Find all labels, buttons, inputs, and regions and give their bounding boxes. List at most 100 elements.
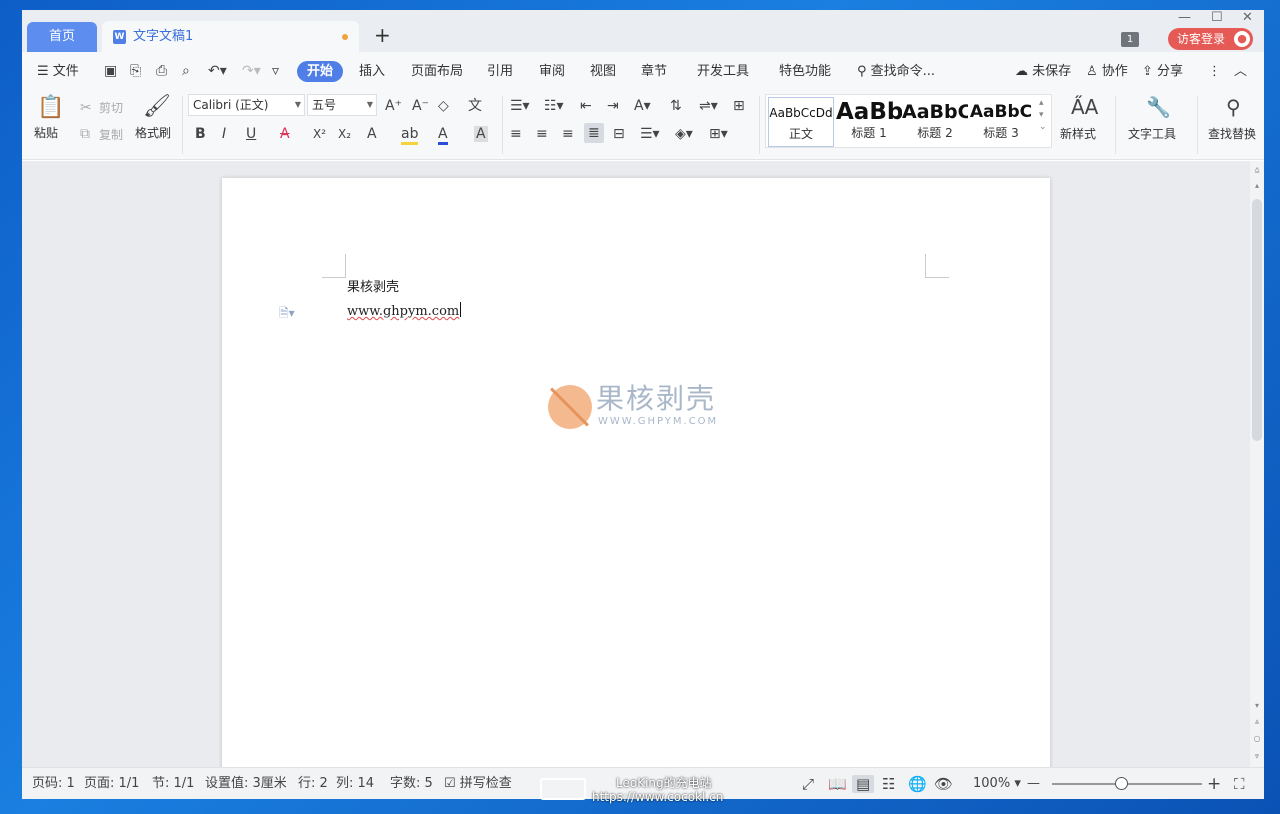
web-view-icon[interactable]: 🌐: [908, 775, 927, 793]
collab-button[interactable]: ♙ 协作: [1086, 63, 1128, 80]
scroll-top-icon[interactable]: ⩠: [1252, 165, 1262, 175]
copy-button[interactable]: 复制: [99, 128, 123, 142]
vertical-scrollbar[interactable]: ⩠ ▴ ▾ ⩓ ○ ⩔: [1250, 161, 1264, 767]
italic-button[interactable]: I: [222, 126, 226, 142]
phonetic-icon[interactable]: 文: [468, 98, 482, 114]
justify-icon[interactable]: ≣: [584, 123, 604, 143]
text-direction-icon[interactable]: A▾: [634, 98, 651, 114]
decrease-indent-icon[interactable]: ⇤: [580, 98, 592, 114]
borders-icon[interactable]: ⊞▾: [709, 126, 728, 142]
scroll-down-icon[interactable]: ▾: [1252, 701, 1262, 711]
file-menu[interactable]: ☰ 文件: [37, 63, 79, 80]
style-scroll-icon[interactable]: ▴ ▾ ⌄: [1039, 97, 1047, 133]
new-style-button[interactable]: 新样式: [1060, 127, 1096, 141]
format-painter-button[interactable]: 格式刷: [135, 126, 171, 140]
spell-check[interactable]: ☑ 拼写检查: [444, 776, 512, 792]
new-tab-button[interactable]: +: [374, 22, 391, 48]
paste-icon[interactable]: 📋: [37, 96, 64, 120]
print-icon[interactable]: ⎙: [156, 62, 167, 80]
sort-icon[interactable]: ⇅: [670, 98, 682, 114]
reading-mode-icon[interactable]: 📖: [828, 775, 847, 793]
align-right-icon[interactable]: ≡: [562, 126, 574, 142]
collapse-ribbon-icon[interactable]: ︿: [1234, 63, 1247, 80]
tab-insert[interactable]: 插入: [359, 63, 385, 80]
fullscreen-icon[interactable]: ⤢: [802, 775, 814, 793]
style-heading-3[interactable]: AaBbC 标题 3: [968, 97, 1034, 147]
scrollbar-thumb[interactable]: [1252, 199, 1262, 441]
tab-references[interactable]: 引用: [487, 63, 513, 80]
unsaved-status[interactable]: ☁ 未保存: [1015, 63, 1071, 80]
paragraph-handle-icon[interactable]: 🗎▾: [279, 304, 295, 325]
superscript-button[interactable]: X²: [313, 126, 326, 142]
maximize-button[interactable]: ☐: [1211, 11, 1223, 25]
bold-button[interactable]: B: [195, 126, 206, 142]
numbered-list-icon[interactable]: ☷▾: [544, 98, 564, 114]
word-count[interactable]: 字数: 5: [390, 776, 433, 792]
page-number[interactable]: 页码: 1: [32, 776, 75, 792]
setting-value[interactable]: 设置值: 3厘米: [205, 776, 287, 792]
increase-indent-icon[interactable]: ⇥: [607, 98, 619, 114]
style-normal[interactable]: AaBbCcDd 正文: [768, 97, 834, 147]
zoom-slider-knob[interactable]: [1115, 777, 1128, 790]
underline-button[interactable]: U: [246, 126, 256, 142]
page-count[interactable]: 页面: 1/1: [84, 776, 139, 792]
find-replace-button[interactable]: 查找替换: [1208, 127, 1256, 141]
distribute-icon[interactable]: ⊟: [613, 126, 625, 142]
export-icon[interactable]: ⎘: [130, 62, 141, 80]
tab-document[interactable]: W 文字文稿1: [102, 21, 359, 52]
bullet-list-icon[interactable]: ☰▾: [510, 98, 530, 114]
customize-icon[interactable]: ▿: [272, 62, 279, 80]
save-icon[interactable]: ▣: [104, 62, 117, 80]
style-heading-2[interactable]: AaBbC 标题 2: [902, 97, 968, 147]
command-search[interactable]: ⚲ 查找命令...: [857, 63, 935, 80]
font-size-select[interactable]: 五号 ▼: [307, 94, 377, 116]
page-view-icon[interactable]: ▤: [852, 775, 875, 793]
style-heading-1[interactable]: AaBb 标题 1: [836, 97, 902, 147]
tab-special[interactable]: 特色功能: [779, 63, 831, 80]
text-tools-button[interactable]: 文字工具: [1128, 127, 1176, 141]
format-painter-icon[interactable]: 🖌: [143, 95, 171, 119]
document-line-2[interactable]: www.ghpym.com: [347, 302, 462, 321]
font-name-select[interactable]: Calibri (正文) ▼: [188, 94, 305, 116]
show-marks-icon[interactable]: ⇌▾: [699, 98, 718, 114]
align-left-icon[interactable]: ≡: [510, 126, 522, 142]
tab-view[interactable]: 视图: [590, 63, 616, 80]
table-icon[interactable]: ⊞: [733, 98, 745, 114]
grow-font-icon[interactable]: A⁺: [385, 98, 402, 114]
shrink-font-icon[interactable]: A⁻: [412, 98, 429, 114]
eye-protection-icon[interactable]: 👁: [934, 775, 953, 793]
cut-button[interactable]: 剪切: [99, 101, 123, 115]
tab-start[interactable]: 开始: [297, 61, 344, 82]
more-icon[interactable]: ⋮: [1208, 63, 1221, 80]
line-spacing-icon[interactable]: ☰▾: [640, 126, 660, 142]
char-shading-button[interactable]: A: [474, 126, 488, 142]
document-page[interactable]: 果核剥壳 🗎▾ www.ghpym.com 果核剥壳 WWW.GHPYM.COM: [222, 178, 1050, 767]
tab-developer[interactable]: 开发工具: [697, 63, 749, 80]
zoom-in-button[interactable]: +: [1207, 776, 1221, 793]
share-button[interactable]: ⇪ 分享: [1142, 63, 1183, 80]
align-center-icon[interactable]: ≡: [536, 126, 548, 142]
document-line-1[interactable]: 果核剥壳: [347, 279, 399, 297]
subscript-button[interactable]: X₂: [338, 126, 351, 142]
wrench-icon[interactable]: 🔧: [1146, 95, 1171, 119]
shading-icon[interactable]: ◈▾: [675, 126, 693, 142]
clear-format-icon[interactable]: ◇: [438, 98, 449, 114]
paste-button[interactable]: 粘贴: [34, 126, 58, 140]
select-object-icon[interactable]: ○: [1252, 734, 1262, 744]
undo-icon[interactable]: ↶▾: [208, 62, 227, 80]
fit-page-icon[interactable]: ⛶: [1234, 775, 1245, 793]
tab-home[interactable]: 首页: [27, 22, 97, 52]
next-page-icon[interactable]: ⩔: [1252, 751, 1262, 761]
column-info[interactable]: 列: 14: [336, 776, 374, 792]
prev-page-icon[interactable]: ⩓: [1252, 717, 1262, 727]
scroll-up-icon[interactable]: ▴: [1252, 181, 1262, 191]
font-color-button[interactable]: A: [438, 126, 448, 145]
tab-chapter[interactable]: 章节: [641, 63, 667, 80]
tab-review[interactable]: 审阅: [539, 63, 565, 80]
redo-icon[interactable]: ↷▾: [242, 62, 261, 80]
text-effects-button[interactable]: A: [367, 126, 377, 142]
highlight-button[interactable]: ab: [401, 126, 419, 145]
find-icon[interactable]: ⚲: [1226, 95, 1241, 119]
window-count-badge[interactable]: 1: [1121, 32, 1139, 47]
section-info[interactable]: 节: 1/1: [152, 776, 194, 792]
